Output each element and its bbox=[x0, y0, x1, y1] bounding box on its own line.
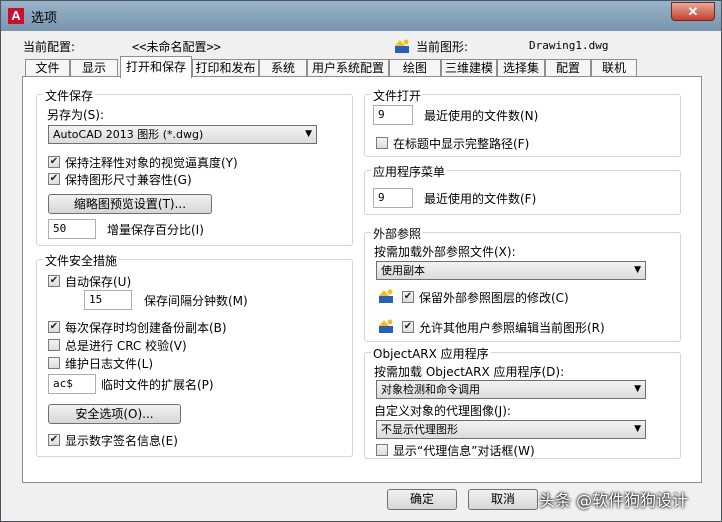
save-as-value: AutoCAD 2013 图形 (*.dwg) bbox=[53, 128, 204, 141]
proxy-image-dropdown[interactable]: 不显示代理图形 ▼ bbox=[376, 420, 646, 439]
log-file-label: 维护日志文件(L) bbox=[65, 357, 154, 371]
proxy-image-label: 自定义对象的代理图像(J): bbox=[374, 404, 511, 418]
digital-signature-label: 显示数字签名信息(E) bbox=[65, 434, 178, 448]
drawing-icon bbox=[395, 39, 409, 53]
temp-ext-label: 临时文件的扩展名(P) bbox=[101, 378, 214, 392]
xref-demand-dropdown[interactable]: 使用副本 ▼ bbox=[376, 261, 646, 280]
file-save-title: 文件保存 bbox=[43, 87, 96, 104]
file-safety-group: 文件安全措施 ✔ 自动保存(U) 15 保存间隔分钟数(M) ✔ 每次保存时均创… bbox=[36, 252, 353, 457]
crc-checkbox[interactable] bbox=[48, 339, 60, 351]
retain-xref-layer-checkbox[interactable]: ✔ bbox=[402, 291, 414, 303]
tab-system[interactable]: 系统 bbox=[259, 59, 307, 77]
digital-signature-checkbox[interactable]: ✔ bbox=[48, 434, 60, 446]
allow-xref-edit-label: 允许其他用户参照编辑当前图形(R) bbox=[419, 321, 605, 335]
xref-demand-label: 按需加载外部参照文件(X): bbox=[374, 245, 516, 259]
proxy-dialog-checkbox[interactable] bbox=[376, 444, 388, 456]
autosave-label: 自动保存(U) bbox=[65, 275, 132, 289]
file-save-group: 文件保存 另存为(S): AutoCAD 2013 图形 (*.dwg) ▼ ✔… bbox=[36, 87, 353, 246]
keep-size-compat-label: 保持图形尺寸兼容性(G) bbox=[65, 173, 192, 187]
tab-drafting[interactable]: 绘图 bbox=[389, 59, 441, 77]
window-title: 选项 bbox=[31, 11, 58, 26]
tab-online[interactable]: 联机 bbox=[591, 59, 637, 77]
drawing-icon bbox=[379, 319, 393, 333]
tab-plot-publish[interactable]: 打印和发布 bbox=[192, 59, 259, 77]
chevron-down-icon: ▼ bbox=[634, 424, 641, 434]
file-safety-title: 文件安全措施 bbox=[43, 252, 120, 269]
drawing-icon bbox=[379, 289, 393, 303]
incremental-save-input[interactable]: 50 bbox=[48, 219, 96, 239]
incremental-save-label: 增量保存百分比(I) bbox=[107, 223, 204, 237]
tab-3d-modeling[interactable]: 三维建模 bbox=[441, 59, 497, 77]
menu-recent-files-input[interactable]: 9 bbox=[373, 188, 413, 208]
xref-demand-value: 使用副本 bbox=[381, 264, 425, 277]
tab-selection[interactable]: 选择集 bbox=[497, 59, 545, 77]
title-bar[interactable]: A 选项 ✕ bbox=[1, 1, 721, 31]
objectarx-demand-label: 按需加载 ObjectARX 应用程序(D): bbox=[374, 365, 565, 379]
cancel-button[interactable]: 取消 bbox=[468, 489, 538, 510]
autosave-interval-input[interactable]: 15 bbox=[84, 290, 132, 310]
xref-title: 外部参照 bbox=[371, 225, 424, 242]
allow-xref-edit-checkbox[interactable]: ✔ bbox=[402, 321, 414, 333]
drawing-label: 当前图形: bbox=[416, 40, 469, 54]
log-file-checkbox[interactable] bbox=[48, 357, 60, 369]
security-options-button[interactable]: 安全选项(O)... bbox=[48, 404, 181, 424]
profile-value: <<未命名配置>> bbox=[132, 40, 221, 54]
keep-annotative-checkbox[interactable]: ✔ bbox=[48, 156, 60, 168]
objectarx-demand-value: 对象检测和命令调用 bbox=[381, 383, 480, 396]
crc-label: 总是进行 CRC 校验(V) bbox=[65, 339, 187, 353]
options-dialog: A 选项 ✕ 当前配置: <<未命名配置>> 当前图形: Drawing1.dw… bbox=[0, 0, 722, 522]
save-as-label: 另存为(S): bbox=[47, 108, 105, 122]
thumbnail-settings-button[interactable]: 缩略图预览设置(T)... bbox=[48, 194, 212, 214]
ok-button[interactable]: 确定 bbox=[387, 489, 457, 510]
tab-files[interactable]: 文件 bbox=[25, 59, 70, 77]
tab-display[interactable]: 显示 bbox=[70, 59, 118, 77]
drawing-value: Drawing1.dwg bbox=[529, 39, 609, 52]
file-open-title: 文件打开 bbox=[371, 87, 424, 104]
proxy-dialog-label: 显示“代理信息”对话框(W) bbox=[393, 444, 535, 458]
tab-profiles[interactable]: 配置 bbox=[545, 59, 591, 77]
file-open-group: 文件打开 9 最近使用的文件数(N) 在标题中显示完整路径(F) bbox=[364, 87, 681, 157]
profile-label: 当前配置: bbox=[23, 40, 76, 54]
full-path-checkbox[interactable] bbox=[376, 137, 388, 149]
chevron-down-icon: ▼ bbox=[634, 265, 641, 275]
tab-open-save[interactable]: 打开和保存 bbox=[120, 56, 192, 78]
menu-recent-files-label: 最近使用的文件数(F) bbox=[424, 192, 537, 206]
chevron-down-icon: ▼ bbox=[305, 129, 312, 139]
autosave-checkbox[interactable]: ✔ bbox=[48, 275, 60, 287]
tab-user-preferences[interactable]: 用户系统配置 bbox=[307, 59, 389, 77]
save-as-dropdown[interactable]: AutoCAD 2013 图形 (*.dwg) ▼ bbox=[48, 125, 317, 144]
full-path-label: 在标题中显示完整路径(F) bbox=[393, 137, 530, 151]
backup-label: 每次保存时均创建备份副本(B) bbox=[65, 321, 227, 335]
open-save-panel: 文件保存 另存为(S): AutoCAD 2013 图形 (*.dwg) ▼ ✔… bbox=[22, 76, 702, 483]
proxy-image-value: 不显示代理图形 bbox=[381, 423, 458, 436]
open-recent-files-label: 最近使用的文件数(N) bbox=[424, 109, 539, 123]
objectarx-demand-dropdown[interactable]: 对象检测和命令调用 ▼ bbox=[376, 380, 646, 399]
app-menu-group: 应用程序菜单 9 最近使用的文件数(F) bbox=[364, 163, 681, 215]
autosave-interval-label: 保存间隔分钟数(M) bbox=[144, 294, 248, 308]
retain-xref-layer-label: 保留外部参照图层的修改(C) bbox=[419, 291, 569, 305]
watermark-text: 头条 @软件狗狗设计 bbox=[539, 491, 689, 510]
backup-checkbox[interactable]: ✔ bbox=[48, 321, 60, 333]
objectarx-group: ObjectARX 应用程序 按需加载 ObjectARX 应用程序(D): 对… bbox=[364, 345, 681, 459]
keep-size-compat-checkbox[interactable]: ✔ bbox=[48, 173, 60, 185]
close-button[interactable]: ✕ bbox=[671, 2, 715, 21]
autocad-logo-icon: A bbox=[8, 8, 24, 24]
xref-group: 外部参照 按需加载外部参照文件(X): 使用副本 ▼ ✔ 保留外部参照图层的修改… bbox=[364, 225, 681, 342]
objectarx-title: ObjectARX 应用程序 bbox=[371, 345, 491, 362]
keep-annotative-label: 保持注释性对象的视觉逼真度(Y) bbox=[65, 156, 238, 170]
app-menu-title: 应用程序菜单 bbox=[371, 163, 448, 180]
chevron-down-icon: ▼ bbox=[634, 384, 641, 394]
temp-ext-input[interactable]: ac$ bbox=[48, 374, 96, 394]
open-recent-files-input[interactable]: 9 bbox=[373, 105, 413, 125]
